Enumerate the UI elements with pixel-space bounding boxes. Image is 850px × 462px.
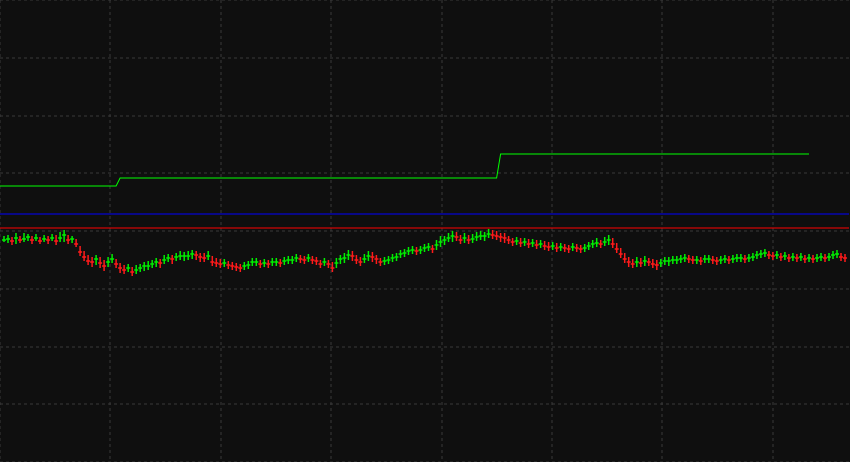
chart-canvas — [0, 0, 850, 462]
price-chart — [0, 0, 850, 462]
